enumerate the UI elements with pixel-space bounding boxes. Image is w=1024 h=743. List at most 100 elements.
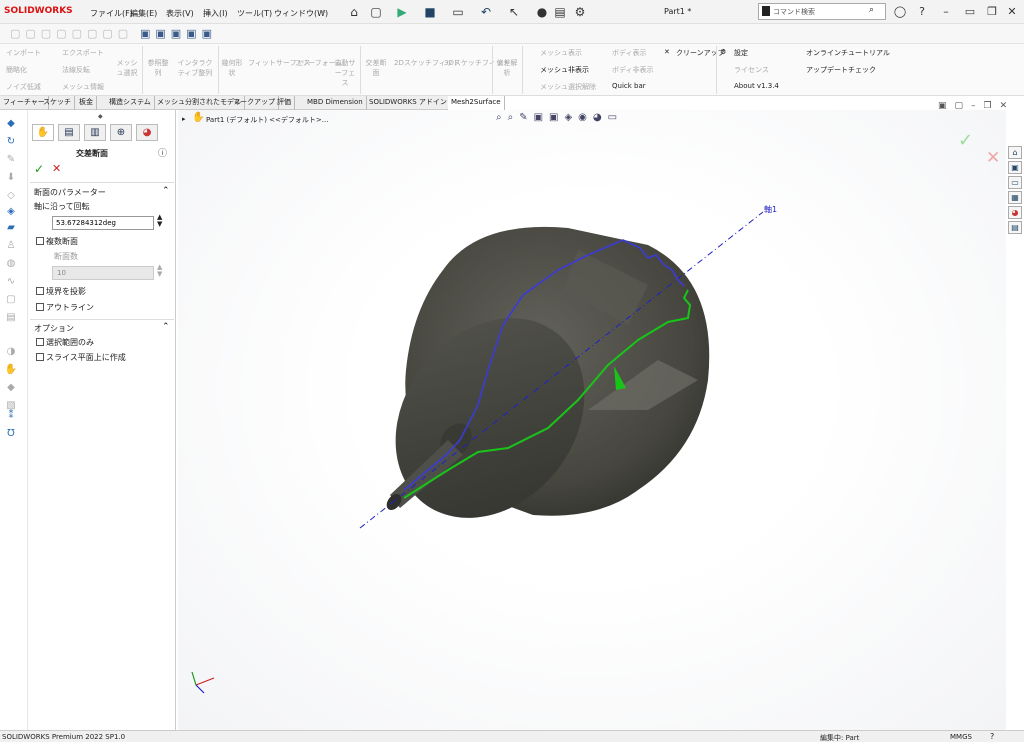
ribbon-import[interactable]: インポート bbox=[6, 48, 41, 58]
open-folder-icon[interactable]: ▶ bbox=[394, 4, 410, 20]
tab-mesh2surface[interactable]: Mesh2Surface bbox=[448, 96, 505, 110]
resources-task-icon[interactable]: ▣ bbox=[1008, 161, 1022, 174]
graphics-viewport[interactable]: ▸ ✋ Part1 (デフォルト) <<デフォルト>... ⌕⌕✎▣▣◈◉◕▭ … bbox=[178, 101, 1007, 730]
appearance-tab-icon[interactable]: ◕ bbox=[136, 124, 158, 141]
panel-grip-icon[interactable]: ◆ bbox=[98, 113, 103, 120]
ribbon-mesh-hide[interactable]: メッシュ非表示 bbox=[540, 65, 589, 75]
shape-icon[interactable]: ◍ bbox=[4, 258, 18, 270]
ribbon-geometry[interactable]: 幾何形状 bbox=[220, 58, 244, 78]
ribbon-interactive-align[interactable]: インタラクティブ整列 bbox=[176, 58, 214, 78]
ribbon-cleanup[interactable]: クリーンアップ bbox=[676, 48, 725, 58]
featuremanager-tab-icon[interactable]: ✋ bbox=[32, 124, 54, 141]
properties-task-icon[interactable]: ▤ bbox=[1008, 221, 1022, 234]
collapse-chevron-icon[interactable]: ⌃ bbox=[162, 322, 170, 332]
layers-icon[interactable]: ◇ bbox=[4, 190, 18, 202]
close-icon[interactable]: ✕ bbox=[1004, 4, 1020, 20]
ribbon-mesh-info[interactable]: メッシュ情報 bbox=[62, 82, 104, 92]
create-on-plane-checkbox[interactable] bbox=[36, 353, 44, 361]
save-icon[interactable]: ■ bbox=[422, 4, 438, 20]
home-task-icon[interactable]: ⌂ bbox=[1008, 146, 1022, 159]
count-spinner[interactable]: ▲ ▼ bbox=[157, 264, 162, 278]
minimize-icon[interactable]: – bbox=[938, 4, 954, 20]
tab-structure[interactable]: 構造システム bbox=[106, 96, 155, 110]
menu-insert[interactable]: 挿入(I) bbox=[203, 8, 228, 19]
menu-file[interactable]: ファイル(F) bbox=[90, 8, 133, 19]
command-search-input[interactable]: コマンド検索 ⌕ bbox=[758, 3, 886, 20]
person-icon[interactable]: ♙ bbox=[4, 240, 18, 252]
cancel-x-icon[interactable]: ✕ bbox=[52, 162, 61, 175]
ribbon-body-hide[interactable]: ボディ非表示 bbox=[612, 65, 654, 75]
configuration-tab-icon[interactable]: ▥ bbox=[84, 124, 106, 141]
folder-task-icon[interactable]: ▭ bbox=[1008, 176, 1022, 189]
tab-sheetmetal[interactable]: 板金 bbox=[76, 96, 97, 110]
print-icon[interactable]: ▭ bbox=[450, 4, 466, 20]
ribbon-cross-section[interactable]: 交差断面 bbox=[364, 58, 388, 78]
eraser-icon[interactable]: ◆ bbox=[4, 382, 18, 394]
ribbon-about[interactable]: About v1.3.4 bbox=[734, 82, 779, 90]
plane-tool-icon[interactable]: ▰ bbox=[4, 222, 18, 234]
view-tool-icons[interactable]: ▣▣▣▣▣ bbox=[140, 27, 217, 40]
tab-addins[interactable]: SOLIDWORKS アドイン bbox=[366, 96, 451, 110]
ok-check-icon[interactable]: ✓ bbox=[34, 162, 44, 176]
section-count-input[interactable]: 10 bbox=[52, 266, 154, 280]
menu-tools[interactable]: ツール(T) bbox=[237, 8, 272, 19]
home-icon[interactable]: ⌂ bbox=[346, 4, 362, 20]
ribbon-license[interactable]: ライセンス bbox=[734, 65, 769, 75]
curve-fit-icon[interactable]: Ʊ bbox=[4, 428, 18, 440]
ribbon-auto-surface[interactable]: 自動サーフェス bbox=[334, 58, 356, 88]
ribbon-settings[interactable]: 設定 bbox=[734, 48, 748, 58]
selection-only-checkbox[interactable] bbox=[36, 338, 44, 346]
hand-icon[interactable]: ✋ bbox=[4, 364, 18, 376]
propertymanager-tab-icon[interactable]: ▤ bbox=[58, 124, 80, 141]
arrow-down-icon[interactable]: ⬇ bbox=[4, 172, 18, 184]
undo-icon[interactable]: ↶ bbox=[478, 4, 494, 20]
curve-icon[interactable]: ∿ bbox=[4, 276, 18, 288]
tab-markup[interactable]: マークアップ bbox=[230, 96, 279, 110]
angle-spinner[interactable]: ▲ ▼ bbox=[157, 214, 162, 228]
wand-tool-icon[interactable]: ✎ bbox=[4, 154, 18, 166]
ribbon-mesh-show[interactable]: メッシュ表示 bbox=[540, 48, 582, 58]
multi-section-checkbox[interactable] bbox=[36, 237, 44, 245]
view-palette-task-icon[interactable]: ▦ bbox=[1008, 191, 1022, 204]
restore-icon[interactable]: ❐ bbox=[984, 4, 1000, 20]
section-view-icon[interactable]: ⁑ bbox=[4, 410, 18, 422]
status-help-icon[interactable]: ? bbox=[990, 732, 994, 741]
ribbon-reference-align[interactable]: 参照整列 bbox=[146, 58, 170, 78]
mesh-tool-icon[interactable]: ◆ bbox=[4, 118, 18, 130]
options-doc-icon[interactable]: ▤ bbox=[552, 4, 568, 20]
pin-icon[interactable]: ✦ bbox=[320, 8, 327, 17]
frame-icon[interactable]: ▤ bbox=[4, 312, 18, 324]
ribbon-noise-reduction[interactable]: ノイズ低減 bbox=[6, 82, 41, 92]
box-icon[interactable]: ▢ bbox=[4, 294, 18, 306]
help-circle-icon[interactable]: ⓘ bbox=[158, 146, 167, 159]
ribbon-mesh-deselect[interactable]: メッシュ選択解除 bbox=[540, 82, 596, 92]
gear-icon[interactable]: ⚙ bbox=[572, 4, 588, 20]
ribbon-update-check[interactable]: アップデートチェック bbox=[806, 65, 876, 75]
tab-evaluate[interactable]: 評価 bbox=[274, 96, 295, 110]
ribbon-mesh-select[interactable]: メッシュ選択 bbox=[116, 58, 138, 78]
ribbon-quickbar[interactable]: Quick bar bbox=[612, 82, 646, 90]
appearance-task-icon[interactable]: ◕ bbox=[1008, 206, 1022, 219]
ribbon-flip-normals[interactable]: 法線反転 bbox=[62, 65, 90, 75]
status-units[interactable]: MMGS bbox=[950, 733, 972, 741]
tab-mbd[interactable]: MBD Dimension bbox=[304, 96, 367, 110]
select-arrow-icon[interactable]: ↖ bbox=[506, 4, 522, 20]
rotate-angle-input[interactable] bbox=[52, 216, 154, 230]
user-icon[interactable]: ◯ bbox=[892, 4, 908, 20]
menu-edit[interactable]: 編集(E) bbox=[130, 8, 157, 19]
collapse-chevron-icon[interactable]: ⌃ bbox=[162, 186, 170, 196]
tile-window-icon[interactable]: ▭ bbox=[962, 4, 978, 20]
ribbon-simplify[interactable]: 簡略化 bbox=[6, 65, 27, 75]
rotate-tool-icon[interactable]: ↻ bbox=[4, 136, 18, 148]
dual-icon[interactable]: ◑ bbox=[4, 346, 18, 358]
help-icon[interactable]: ? bbox=[914, 4, 930, 20]
ribbon-tutorial[interactable]: オンラインチュートリアル bbox=[806, 48, 890, 58]
section-tool-icon[interactable]: ◈ bbox=[4, 206, 18, 218]
new-document-icon[interactable]: ▢ bbox=[368, 4, 384, 20]
project-boundary-checkbox[interactable] bbox=[36, 287, 44, 295]
outline-checkbox[interactable] bbox=[36, 303, 44, 311]
dimxpert-tab-icon[interactable]: ⊕ bbox=[110, 124, 132, 141]
ribbon-export[interactable]: エクスポート bbox=[62, 48, 104, 58]
ribbon-deviation-analysis[interactable]: 偏差解析 bbox=[496, 58, 518, 78]
ribbon-body-show[interactable]: ボディ表示 bbox=[612, 48, 647, 58]
